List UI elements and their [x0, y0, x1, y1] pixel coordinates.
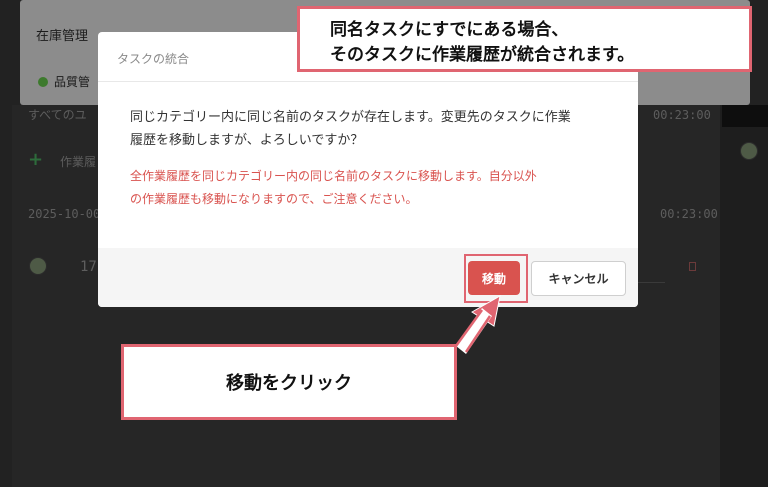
annotation-click-move: 移動をクリック: [121, 344, 457, 420]
